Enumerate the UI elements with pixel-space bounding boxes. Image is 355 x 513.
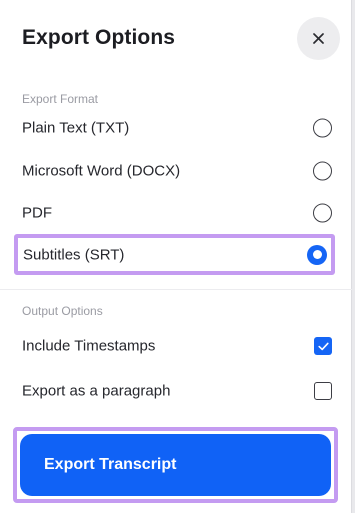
radio-button[interactable] bbox=[313, 161, 332, 181]
format-option-label: Subtitles (SRT) bbox=[23, 246, 125, 263]
section-divider bbox=[0, 289, 352, 290]
format-option-label: PDF bbox=[22, 204, 52, 222]
format-option-docx[interactable]: Microsoft Word (DOCX) bbox=[14, 152, 332, 190]
export-options-panel: Export Options Export Format Plain Text … bbox=[0, 0, 352, 513]
radio-button-selected[interactable] bbox=[307, 244, 327, 265]
format-option-pdf[interactable]: PDF bbox=[14, 194, 332, 232]
close-icon bbox=[313, 33, 324, 44]
format-option-label: Plain Text (TXT) bbox=[22, 119, 130, 137]
checkbox[interactable] bbox=[314, 382, 332, 400]
output-options-label: Output Options bbox=[22, 304, 103, 318]
close-button[interactable] bbox=[297, 17, 340, 60]
export-button-highlight: Export Transcript bbox=[13, 427, 338, 503]
option-include-timestamps[interactable]: Include Timestamps bbox=[14, 327, 332, 365]
checkmark-icon bbox=[317, 342, 329, 350]
format-option-txt[interactable]: Plain Text (TXT) bbox=[14, 109, 332, 147]
option-label: Include Timestamps bbox=[22, 337, 156, 355]
export-transcript-button[interactable]: Export Transcript bbox=[20, 434, 331, 496]
radio-button[interactable] bbox=[313, 118, 332, 138]
dialog-title: Export Options bbox=[22, 26, 176, 49]
format-option-srt[interactable]: Subtitles (SRT) bbox=[14, 234, 335, 275]
option-label: Export as a paragraph bbox=[22, 382, 171, 400]
format-option-label: Microsoft Word (DOCX) bbox=[22, 162, 181, 180]
radio-button[interactable] bbox=[313, 203, 332, 223]
option-export-paragraph[interactable]: Export as a paragraph bbox=[14, 372, 332, 410]
export-format-label: Export Format bbox=[22, 92, 99, 106]
checkbox-checked[interactable] bbox=[314, 337, 332, 355]
